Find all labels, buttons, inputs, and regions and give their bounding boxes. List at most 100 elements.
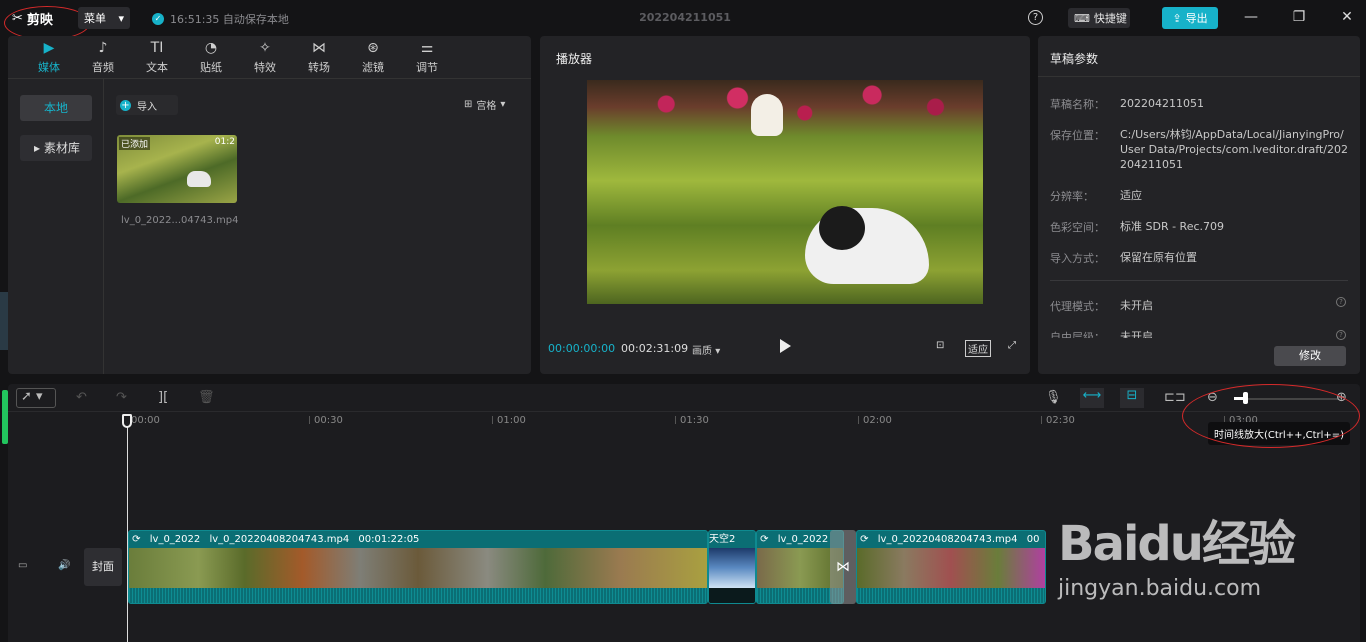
- track-audio-icon[interactable]: 🔊: [58, 560, 70, 571]
- adjust-icon: ⚌: [420, 39, 434, 56]
- timeline-clip[interactable]: ⟳ lv_0_20220408204743.mp4 00: [856, 530, 1046, 604]
- sidebar-item-library[interactable]: ▸ 素材库: [20, 135, 92, 161]
- transition-icon: ⋈: [836, 559, 850, 575]
- shortcut-label: 快捷键: [1093, 12, 1127, 25]
- draft-params-panel: 草稿参数 草稿名称： 202204211051 保存位置： C:/Users/林…: [1038, 36, 1360, 374]
- fit-button[interactable]: 适应: [965, 340, 991, 357]
- window-edge-strip: [0, 292, 8, 350]
- prop-name-label: 草稿名称：: [1050, 98, 1105, 111]
- video-panda-patch: [819, 206, 865, 250]
- help-icon[interactable]: ?: [1336, 330, 1346, 340]
- modify-button[interactable]: 修改: [1274, 346, 1346, 366]
- clip-header: ⟳ lv_0_2022 lv_0_20220408204743.mp4 00:0…: [129, 531, 707, 548]
- grid-icon: ⊞: [464, 99, 473, 110]
- prop-resolution-value: 适应: [1120, 189, 1142, 202]
- prop-import-value: 保留在原有位置: [1120, 251, 1197, 264]
- clip-speed-icon: ⟳: [857, 534, 869, 545]
- player-title: 播放器: [556, 52, 593, 66]
- waveform-icon[interactable]: ⊡: [936, 340, 944, 354]
- time-ruler[interactable]: 00:00 00:30 01:00 01:30 02:00 02:30 03:0…: [126, 412, 1360, 432]
- effects-icon: ✧: [259, 39, 271, 56]
- quality-dropdown[interactable]: 画质 ▾: [692, 342, 720, 357]
- tab-transition[interactable]: ⋈ 转场: [292, 36, 346, 78]
- microphone-icon[interactable]: 🎙: [1045, 390, 1062, 406]
- ruler-tick: [492, 416, 493, 424]
- track-indicator: [2, 390, 8, 444]
- clip-label: 00:01:22:05: [358, 534, 420, 545]
- tab-effects[interactable]: ✧ 特效: [238, 36, 292, 78]
- tab-sticker[interactable]: ◔ 贴纸: [184, 36, 238, 78]
- auto-snap-icon[interactable]: ⟷: [1080, 388, 1104, 408]
- media-sidebar: 本地 ▸ 素材库: [8, 78, 104, 374]
- autosave-text: 16:51:35 自动保存本地: [170, 13, 289, 26]
- media-content: + 导入 ⊞ 宫格 ▾ 已添加 01:2 lv_0_2022...04743.m…: [104, 78, 531, 374]
- select-tool-dropdown[interactable]: ➚ ▾: [16, 388, 56, 408]
- sidebar-item-local[interactable]: 本地: [20, 95, 92, 121]
- ruler-label: 01:30: [680, 415, 709, 426]
- prop-path-label: 保存位置：: [1050, 129, 1105, 142]
- media-icon: ▶: [43, 39, 55, 56]
- timeline-panel: ➚ ▾ ↶ ↷ ][ 🗑 🎙 ⟷ ⊟ ⊏⊐ ⊖ ⊕ 00:00 00:30 01…: [8, 384, 1360, 642]
- media-thumbnail[interactable]: 已添加 01:2: [117, 135, 237, 203]
- tab-media[interactable]: ▶ 媒体: [22, 36, 76, 78]
- video-rabbit-statue: [751, 94, 783, 136]
- tab-label: 媒体: [38, 60, 60, 74]
- tab-label: 调节: [416, 60, 438, 74]
- split-icon[interactable]: ][: [158, 390, 168, 406]
- ruler-tick: [1041, 416, 1042, 424]
- plus-icon: +: [120, 99, 131, 111]
- menu-button[interactable]: 菜单 ▾: [78, 7, 130, 29]
- clip-waveform: [857, 588, 1045, 603]
- import-label: 导入: [137, 101, 157, 113]
- close-icon[interactable]: ✕: [1339, 9, 1355, 25]
- transition-marker[interactable]: ⋈: [830, 530, 856, 604]
- text-icon: TI: [150, 39, 164, 56]
- view-mode-button[interactable]: ⊞ 宫格 ▾: [464, 97, 505, 112]
- help-icon[interactable]: ?: [1336, 297, 1346, 307]
- filter-icon: ⊛: [367, 39, 379, 56]
- ruler-label: 00:30: [314, 415, 343, 426]
- undo-icon[interactable]: ↶: [76, 390, 87, 406]
- play-icon[interactable]: [778, 338, 792, 354]
- tab-filter[interactable]: ⊛ 滤镜: [346, 36, 400, 78]
- sticker-icon: ◔: [204, 39, 218, 56]
- tab-text[interactable]: TI 文本: [130, 36, 184, 78]
- shortcut-button[interactable]: ⌨ 快捷键: [1068, 8, 1130, 28]
- thumb-image-panda: [187, 171, 211, 187]
- prop-color-value: 标准 SDR - Rec.709: [1120, 220, 1225, 233]
- title-bar: ✂ 剪映 菜单 ▾ ✓ 16:51:35 自动保存本地 202204211051…: [0, 0, 1366, 40]
- prop-proxy-label: 代理模式：: [1050, 300, 1105, 313]
- timeline-clip[interactable]: 天空2: [708, 530, 756, 604]
- video-preview[interactable]: [587, 80, 983, 304]
- watermark-sub: jingyan.baidu.com: [1058, 576, 1262, 601]
- clip-label: lv_0_20220408204743.mp4: [877, 534, 1018, 545]
- link-icon[interactable]: ⊟: [1120, 388, 1144, 408]
- chevron-right-icon: ▸: [34, 141, 44, 155]
- timeline-clip[interactable]: ⟳ lv_0_2022 lv_0_20220408204743.mp4 00:0…: [128, 530, 708, 604]
- cover-button[interactable]: 封面: [84, 548, 122, 586]
- prop-layer-label: 自由层级：: [1050, 331, 1105, 338]
- import-button[interactable]: + 导入: [116, 95, 178, 115]
- ruler-label: 02:00: [863, 415, 892, 426]
- tab-audio[interactable]: ♪ 音频: [76, 36, 130, 78]
- delete-icon[interactable]: 🗑: [198, 390, 215, 406]
- track-video-icon[interactable]: ▭: [18, 560, 27, 571]
- keyboard-icon: ⌨: [1074, 11, 1090, 25]
- prop-name-value: 202204211051: [1120, 97, 1204, 110]
- tab-adjust[interactable]: ⚌ 调节: [400, 36, 454, 78]
- clip-frames: [857, 548, 1045, 588]
- preview-axis-icon[interactable]: ⊏⊐: [1164, 390, 1186, 406]
- fullscreen-icon[interactable]: ⤢: [1008, 340, 1016, 354]
- help-icon[interactable]: ?: [1028, 10, 1043, 25]
- clip-waveform: [709, 588, 755, 603]
- clip-speed-icon: ⟳: [757, 534, 769, 545]
- redo-icon[interactable]: ↷: [116, 390, 127, 406]
- tab-label: 转场: [308, 60, 330, 74]
- media-toolbar: ▶ 媒体 ♪ 音频 TI 文本 ◔ 贴纸 ✧ 特效 ⋈ 转场 ⊛ 滤镜 ⚌ 调节: [8, 36, 531, 78]
- divider: [1038, 76, 1360, 77]
- minimize-icon[interactable]: —: [1243, 9, 1259, 25]
- playhead-line[interactable]: [127, 414, 128, 642]
- export-button[interactable]: ⇪ 导出: [1162, 7, 1218, 29]
- maximize-icon[interactable]: ❐: [1291, 9, 1307, 25]
- playhead-handle[interactable]: [122, 414, 132, 428]
